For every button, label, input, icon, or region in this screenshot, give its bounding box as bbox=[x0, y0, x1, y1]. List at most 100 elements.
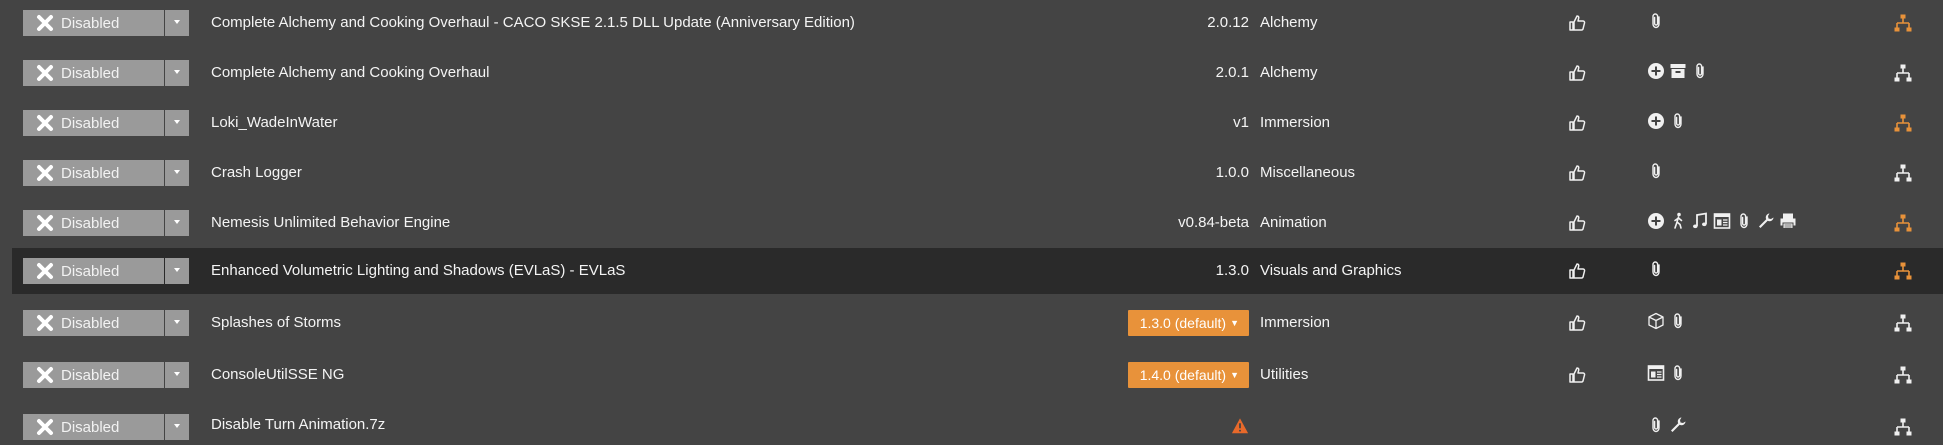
version-select-label: 1.3.0 (default) bbox=[1139, 315, 1227, 331]
mod-category: Utilities bbox=[1260, 366, 1309, 383]
plus-circle-icon bbox=[1646, 111, 1666, 136]
status-label: Disabled bbox=[61, 114, 120, 132]
status-dropdown-button[interactable] bbox=[165, 60, 189, 86]
content-flags bbox=[1646, 211, 1798, 236]
hierarchy-icon[interactable] bbox=[1893, 417, 1913, 437]
status-dropdown-button[interactable] bbox=[165, 10, 189, 36]
content-flags bbox=[1646, 162, 1666, 184]
thumbs-up-icon[interactable] bbox=[1567, 113, 1587, 133]
mod-list: Disabled Complete Alchemy and Cooking Ove… bbox=[0, 0, 1943, 445]
mod-version: v1 bbox=[1233, 114, 1249, 131]
hierarchy-icon[interactable] bbox=[1893, 261, 1913, 281]
status-toggle[interactable]: Disabled bbox=[23, 414, 189, 440]
mod-version: 2.0.12 bbox=[1207, 14, 1249, 31]
status-dropdown-button[interactable] bbox=[165, 258, 189, 284]
status-toggle[interactable]: Disabled bbox=[23, 60, 189, 86]
version-select-button[interactable]: 1.4.0 (default) ▼ bbox=[1127, 362, 1249, 388]
wrench-icon bbox=[1668, 415, 1688, 440]
hierarchy-icon[interactable] bbox=[1893, 13, 1913, 33]
window-icon bbox=[1712, 211, 1732, 236]
mod-category: Alchemy bbox=[1260, 14, 1318, 31]
status-toggle[interactable]: Disabled bbox=[23, 10, 189, 36]
chevron-down-icon bbox=[172, 366, 182, 384]
paperclip-icon bbox=[1646, 259, 1666, 284]
mod-row[interactable]: Disabled ConsoleUtilSSE NG 1.4.0 (default)… bbox=[12, 352, 1943, 398]
mod-name: Enhanced Volumetric Lighting and Shadows… bbox=[211, 262, 626, 279]
mod-name: Crash Logger bbox=[211, 164, 302, 181]
status-dropdown-button[interactable] bbox=[165, 110, 189, 136]
thumbs-up-icon[interactable] bbox=[1567, 163, 1587, 183]
close-x-icon bbox=[35, 365, 55, 385]
status-toggle[interactable]: Disabled bbox=[23, 258, 189, 284]
chevron-down-icon bbox=[172, 14, 182, 32]
status-dropdown-button[interactable] bbox=[165, 362, 189, 388]
thumbs-up-icon[interactable] bbox=[1567, 261, 1587, 281]
status-button[interactable]: Disabled bbox=[23, 60, 164, 86]
mod-name: Loki_WadeInWater bbox=[211, 114, 338, 131]
paperclip-icon bbox=[1668, 311, 1688, 336]
mod-name: ConsoleUtilSSE NG bbox=[211, 366, 345, 383]
mod-row[interactable]: Disabled Complete Alchemy and Cooking Ove… bbox=[12, 50, 1943, 96]
status-label: Disabled bbox=[61, 262, 120, 280]
mod-row[interactable]: Disabled Loki_WadeInWater v1 Immersion bbox=[12, 100, 1943, 146]
mod-row[interactable]: Disabled Complete Alchemy and Cooking Ove… bbox=[12, 0, 1943, 46]
status-toggle[interactable]: Disabled bbox=[23, 210, 189, 236]
hierarchy-icon[interactable] bbox=[1893, 365, 1913, 385]
mod-row[interactable]: Disabled Splashes of Storms 1.3.0 (default… bbox=[12, 300, 1943, 346]
status-toggle[interactable]: Disabled bbox=[23, 110, 189, 136]
mod-version: 1.3.0 bbox=[1215, 262, 1249, 279]
status-button[interactable]: Disabled bbox=[23, 258, 164, 284]
status-button[interactable]: Disabled bbox=[23, 210, 164, 236]
warning-icon[interactable] bbox=[1231, 417, 1249, 435]
thumbs-up-icon[interactable] bbox=[1567, 63, 1587, 83]
version-select-button[interactable]: 1.3.0 (default) ▼ bbox=[1127, 310, 1249, 336]
status-button[interactable]: Disabled bbox=[23, 362, 164, 388]
chevron-down-icon bbox=[172, 114, 182, 132]
thumbs-up-icon[interactable] bbox=[1567, 213, 1587, 233]
mod-name: Complete Alchemy and Cooking Overhaul - … bbox=[211, 14, 855, 31]
thumbs-up-icon[interactable] bbox=[1567, 313, 1587, 333]
walking-figure-icon bbox=[1668, 211, 1688, 236]
mod-category: Immersion bbox=[1260, 114, 1331, 131]
status-button[interactable]: Disabled bbox=[23, 310, 164, 336]
paperclip-icon bbox=[1734, 211, 1754, 236]
mod-version: v0.84-beta bbox=[1178, 214, 1249, 231]
status-toggle[interactable]: Disabled bbox=[23, 310, 189, 336]
mod-row[interactable]: Disabled Enhanced Volumetric Lighting and… bbox=[12, 248, 1943, 294]
status-label: Disabled bbox=[61, 366, 120, 384]
status-button[interactable]: Disabled bbox=[23, 10, 164, 36]
hierarchy-icon[interactable] bbox=[1893, 113, 1913, 133]
mod-row[interactable]: Disabled Crash Logger 1.0.0 Miscellaneous bbox=[12, 150, 1943, 196]
window-icon bbox=[1646, 363, 1666, 388]
status-toggle[interactable]: Disabled bbox=[23, 362, 189, 388]
status-button[interactable]: Disabled bbox=[23, 160, 164, 186]
hierarchy-icon[interactable] bbox=[1893, 213, 1913, 233]
hierarchy-icon[interactable] bbox=[1893, 63, 1913, 83]
content-flags bbox=[1646, 62, 1710, 84]
hierarchy-icon[interactable] bbox=[1893, 163, 1913, 183]
mod-version: 1.0.0 bbox=[1215, 164, 1249, 181]
content-flags bbox=[1646, 112, 1688, 134]
close-x-icon bbox=[35, 261, 55, 281]
hierarchy-icon[interactable] bbox=[1893, 313, 1913, 333]
status-toggle[interactable]: Disabled bbox=[23, 160, 189, 186]
mod-name: Complete Alchemy and Cooking Overhaul bbox=[211, 64, 490, 81]
status-label: Disabled bbox=[61, 314, 120, 332]
mod-name: Disable Turn Animation.7z bbox=[211, 415, 386, 433]
chevron-down-icon: ▼ bbox=[1230, 370, 1239, 380]
thumbs-up-icon[interactable] bbox=[1567, 13, 1587, 33]
status-dropdown-button[interactable] bbox=[165, 160, 189, 186]
thumbs-up-icon[interactable] bbox=[1567, 365, 1587, 385]
mod-row[interactable]: Disabled Disable Turn Animation.7z bbox=[12, 404, 1943, 445]
plus-circle-icon bbox=[1646, 211, 1666, 236]
mod-row[interactable]: Disabled Nemesis Unlimited Behavior Engin… bbox=[12, 200, 1943, 246]
status-button[interactable]: Disabled bbox=[23, 414, 164, 440]
content-flags bbox=[1646, 364, 1688, 386]
status-dropdown-button[interactable] bbox=[165, 414, 189, 440]
status-button[interactable]: Disabled bbox=[23, 110, 164, 136]
mod-category: Visuals and Graphics bbox=[1260, 262, 1402, 279]
status-dropdown-button[interactable] bbox=[165, 210, 189, 236]
wrench-icon bbox=[1756, 211, 1776, 236]
status-dropdown-button[interactable] bbox=[165, 310, 189, 336]
archive-icon bbox=[1668, 61, 1688, 86]
